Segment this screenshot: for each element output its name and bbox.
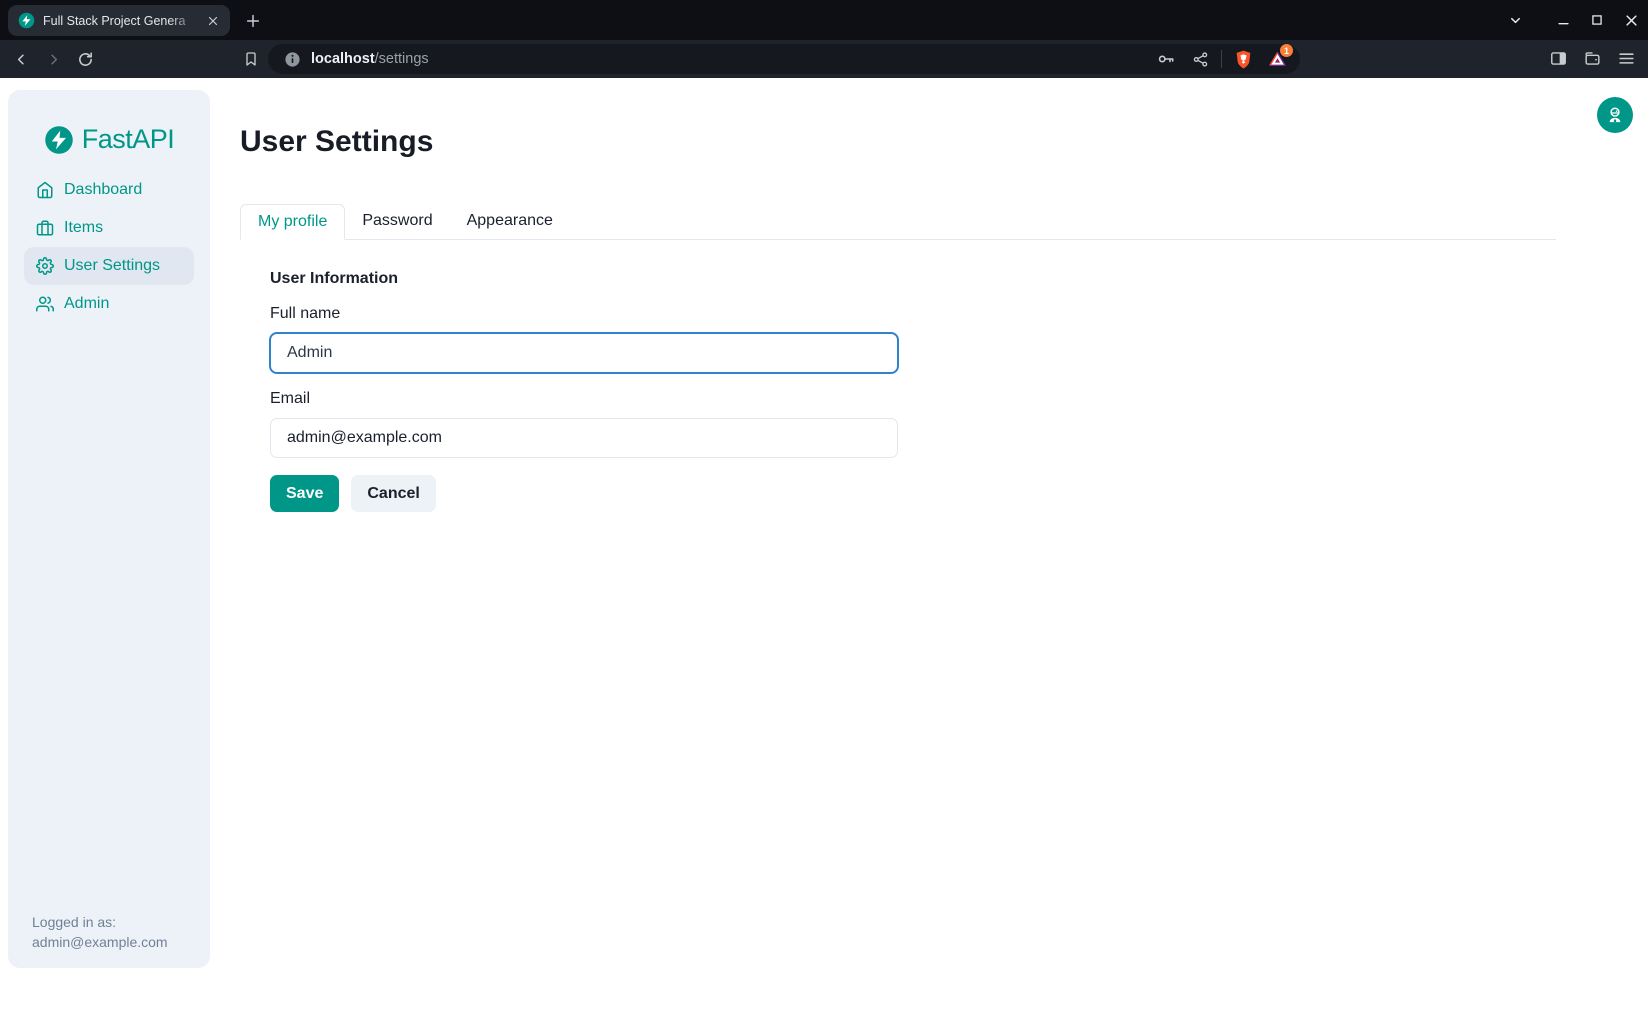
- tab-appearance[interactable]: Appearance: [450, 204, 570, 239]
- main-area: User Settings My profile Password Appear…: [240, 78, 1556, 512]
- tab-search-icon[interactable]: [1498, 3, 1532, 37]
- wallet-icon[interactable]: [1578, 44, 1606, 72]
- toolbar-separator: [1221, 50, 1222, 68]
- browser-toolbar: localhost/settings: [0, 40, 1648, 78]
- address-bar[interactable]: localhost/settings: [268, 44, 1300, 74]
- close-window-button[interactable]: [1614, 3, 1648, 37]
- tab-title: Full Stack Project Genera: [43, 14, 204, 28]
- sidebar-item-label: Items: [64, 219, 103, 237]
- save-button[interactable]: Save: [270, 475, 339, 512]
- site-info-icon[interactable]: [284, 51, 301, 68]
- toolbar-right-group: [1544, 44, 1640, 72]
- tab-password[interactable]: Password: [345, 204, 449, 239]
- back-button[interactable]: [6, 44, 36, 74]
- saved-passwords-key-icon[interactable]: [1153, 46, 1179, 72]
- page-content: FastAPI Dashboard Items: [0, 78, 1648, 1025]
- section-title: User Information: [270, 270, 1556, 288]
- new-tab-button[interactable]: [240, 8, 266, 34]
- settings-tabs: My profile Password Appearance: [240, 204, 1556, 240]
- window-controls: [1498, 0, 1648, 40]
- sidebar-item-label: User Settings: [64, 257, 160, 275]
- sidebar-item-admin[interactable]: Admin: [24, 285, 194, 323]
- browser-window: Full Stack Project Genera: [0, 0, 1648, 1025]
- fastapi-logo-text: FastAPI: [82, 124, 175, 155]
- logged-in-email: admin@example.com: [32, 932, 168, 952]
- fastapi-logo: FastAPI: [8, 124, 210, 155]
- browser-tab[interactable]: Full Stack Project Genera: [8, 5, 230, 36]
- sidebar-item-label: Admin: [64, 295, 109, 313]
- email-label: Email: [270, 390, 1556, 408]
- user-astronaut-icon: [1605, 105, 1625, 125]
- tab-close-icon[interactable]: [204, 12, 222, 30]
- url-text: localhost/settings: [311, 51, 429, 67]
- brave-shields-icon[interactable]: [1230, 46, 1256, 72]
- users-icon: [36, 295, 54, 313]
- sidebar-panel-icon[interactable]: [1544, 44, 1572, 72]
- fastapi-favicon-icon: [18, 12, 35, 29]
- sidebar-footer: Logged in as: admin@example.com: [32, 912, 168, 952]
- fastapi-logo-icon: [44, 125, 74, 155]
- cancel-button[interactable]: Cancel: [351, 475, 435, 512]
- email-field[interactable]: [270, 418, 898, 458]
- sidebar-item-dashboard[interactable]: Dashboard: [24, 171, 194, 209]
- sidebar-item-label: Dashboard: [64, 181, 142, 199]
- user-menu-button[interactable]: [1597, 97, 1633, 133]
- minimize-button[interactable]: [1546, 3, 1580, 37]
- url-host: localhost: [311, 51, 375, 67]
- reload-button[interactable]: [70, 44, 100, 74]
- maximize-button[interactable]: [1580, 3, 1614, 37]
- rewards-badge: 1: [1280, 44, 1293, 57]
- gear-icon: [36, 257, 54, 275]
- page-title: User Settings: [240, 125, 1556, 159]
- briefcase-icon: [36, 219, 54, 237]
- sidebar-item-user-settings[interactable]: User Settings: [24, 247, 194, 285]
- form-buttons: Save Cancel: [270, 475, 1556, 512]
- home-icon: [36, 181, 54, 199]
- tab-my-profile[interactable]: My profile: [240, 204, 345, 240]
- browser-titlebar: Full Stack Project Genera: [0, 0, 1648, 40]
- full-name-label: Full name: [270, 305, 1556, 323]
- full-name-field[interactable]: [270, 333, 898, 373]
- forward-button[interactable]: [38, 44, 68, 74]
- user-information-form: User Information Full name Email Save Ca…: [240, 240, 1556, 512]
- sidebar-nav: Dashboard Items User Settings: [8, 171, 210, 323]
- share-icon[interactable]: [1187, 46, 1213, 72]
- brave-rewards-icon[interactable]: 1: [1264, 46, 1290, 72]
- logged-in-label: Logged in as:: [32, 912, 168, 932]
- url-path: /settings: [375, 51, 429, 67]
- sidebar-item-items[interactable]: Items: [24, 209, 194, 247]
- bookmark-icon[interactable]: [236, 44, 266, 74]
- sidebar: FastAPI Dashboard Items: [8, 90, 210, 968]
- menu-icon[interactable]: [1612, 44, 1640, 72]
